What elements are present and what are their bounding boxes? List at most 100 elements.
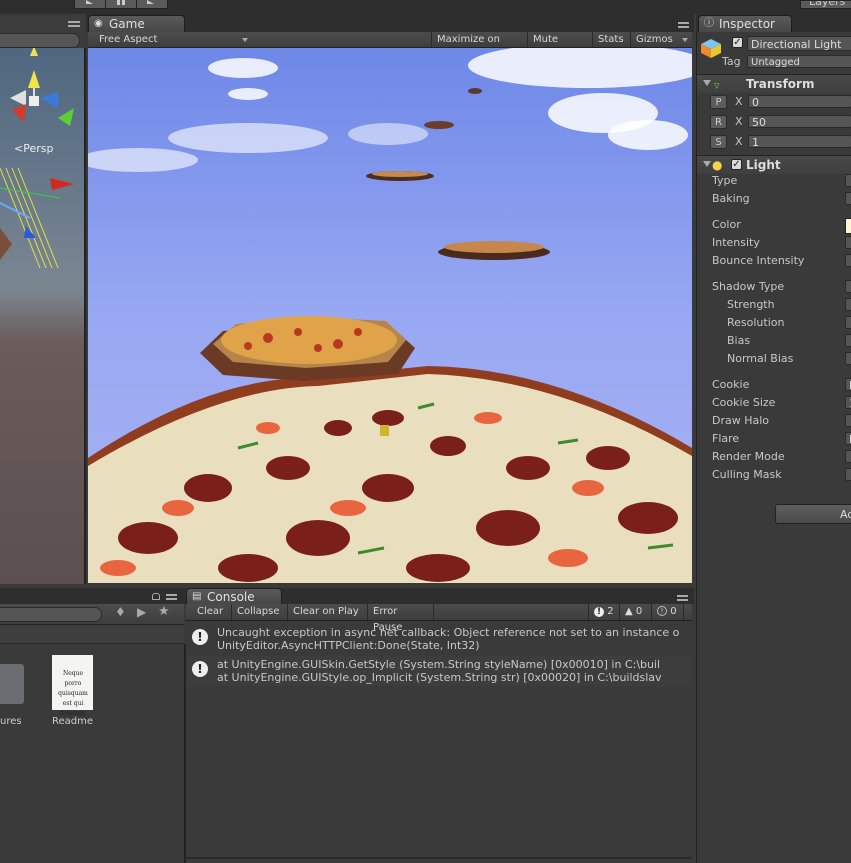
message-line: at UnityEngine.GUISkin.GetStyle (System.…	[217, 658, 661, 671]
baking-field[interactable]	[845, 192, 851, 205]
position-x-value: 0	[752, 96, 759, 109]
resolution-field[interactable]	[845, 316, 851, 329]
gizmos-button[interactable]: Gizmos	[630, 32, 692, 47]
console-message[interactable]: ! Uncaught exception in async net callba…	[186, 624, 692, 654]
strength-field[interactable]	[845, 298, 851, 311]
rotation-button[interactable]: R	[710, 115, 727, 129]
foldout-arrow-icon	[703, 80, 711, 86]
tab-game[interactable]: ◉ Game	[88, 15, 185, 32]
scale-x-value: 1	[752, 136, 759, 149]
step-button[interactable]	[136, 0, 168, 9]
clear-button[interactable]: Clear	[192, 604, 232, 620]
rotation-x-value: 50	[752, 116, 766, 129]
intensity-field[interactable]	[845, 236, 851, 249]
foldout-arrow-icon	[703, 161, 711, 167]
game-controller-icon: ◉	[94, 18, 103, 29]
aspect-dropdown[interactable]: Free Aspect	[88, 32, 253, 47]
readme-document-icon[interactable]: Neque porro quisquam est qui dolorem.	[52, 655, 93, 717]
object-name: Directional Light	[751, 38, 842, 51]
tab-inspector[interactable]: ⓘ Inspector	[698, 15, 792, 32]
collapse-button[interactable]: Collapse	[232, 604, 288, 620]
light-prop-label: Normal Bias	[727, 352, 794, 365]
light-prop-label: Render Mode	[712, 450, 785, 463]
gizmo-y-cone	[28, 70, 40, 88]
game-view[interactable]	[88, 48, 692, 583]
color-swatch[interactable]	[845, 218, 851, 234]
light-prop-type: Type	[697, 172, 851, 190]
light-enabled-checkbox[interactable]: ✓	[731, 159, 742, 170]
cookie-size-field[interactable]: 1	[845, 396, 851, 410]
shadow-type-field[interactable]	[845, 280, 851, 293]
favorite-star-icon[interactable]: ★	[158, 604, 170, 619]
light-prop-flare: Flare N	[697, 430, 851, 448]
transform-header[interactable]: ▿ Transform	[697, 74, 851, 93]
scale-button[interactable]: S	[710, 135, 727, 149]
console-message[interactable]: ! at UnityEngine.GUISkin.GetStyle (Syste…	[186, 656, 692, 686]
lock-icon[interactable]	[152, 593, 160, 600]
scene-menu-icon[interactable]	[68, 21, 80, 27]
console-detail-splitter[interactable]	[186, 857, 692, 859]
scale-x-field[interactable]: 1	[748, 135, 851, 149]
console-toolbar: Clear Collapse Clear on Play Error Pause…	[186, 604, 692, 633]
scene-gizmo[interactable]	[0, 48, 84, 584]
maximize-on-play-button[interactable]: Maximize on Play	[431, 32, 527, 60]
step-icon	[147, 0, 154, 4]
draw-halo-field[interactable]	[845, 414, 851, 427]
error-pause-button[interactable]: Error Pause	[368, 604, 434, 633]
tag-dropdown[interactable]: Untagged	[747, 55, 851, 68]
light-prop-label: Bias	[727, 334, 751, 347]
error-count-toggle[interactable]: ! 2	[588, 604, 620, 620]
play-button[interactable]	[74, 0, 106, 9]
scene-search-input[interactable]	[0, 33, 80, 48]
tag-value: Untagged	[751, 57, 800, 68]
project-menu-icon[interactable]	[166, 594, 177, 600]
position-row: P X 0	[697, 93, 851, 111]
stats-label: Stats	[598, 34, 624, 45]
object-name-field[interactable]: Directional Light	[747, 36, 851, 51]
message-line: UnityEditor.AsyncHTTPClient:Done(State, …	[217, 639, 480, 652]
flare-field[interactable]: N	[845, 432, 851, 446]
bounce-intensity-field[interactable]	[845, 254, 851, 267]
mute-audio-button[interactable]: Mute audio	[527, 32, 592, 60]
persp-label[interactable]: <Persp	[14, 142, 53, 155]
tab-console[interactable]: ▤ Console	[186, 588, 282, 604]
position-x-field[interactable]: 0	[748, 95, 851, 109]
aspect-label: Free Aspect	[99, 34, 158, 45]
log-count-toggle[interactable]: ! 0	[652, 604, 684, 620]
position-button[interactable]: P	[710, 95, 727, 109]
project-search-input[interactable]	[0, 607, 102, 622]
pause-button[interactable]	[105, 0, 137, 9]
play-icon	[86, 0, 93, 4]
warning-count-toggle[interactable]: ▲ 0	[620, 604, 652, 620]
light-prop-label: Resolution	[727, 316, 785, 329]
normal-bias-field[interactable]	[845, 352, 851, 365]
culling-mask-field[interactable]	[845, 468, 851, 481]
clear-on-play-button[interactable]: Clear on Play	[288, 604, 368, 620]
add-component-button[interactable]: Ad	[775, 504, 851, 524]
filter-type-icon[interactable]: ♦	[115, 605, 126, 619]
tab-game-label: Game	[109, 17, 145, 31]
inspector-panel: ✓ Directional Light Tag Untagged ▿ Trans…	[696, 32, 851, 863]
light-prop-label: Draw Halo	[712, 414, 770, 427]
tab-console-label: Console	[207, 590, 255, 604]
info-icon: ⓘ	[704, 18, 714, 29]
cookie-field[interactable]: N	[845, 378, 851, 392]
light-prop-normal-bias: Normal Bias	[697, 350, 851, 368]
game-menu-icon[interactable]	[678, 22, 689, 28]
game-scene-art	[88, 88, 692, 583]
active-checkbox[interactable]: ✓	[732, 37, 743, 48]
dropdown-arrow-icon	[242, 38, 248, 42]
scene-view[interactable]: <Persp	[0, 48, 86, 584]
project-assets: ures Neque porro quisquam est qui dolore…	[0, 644, 186, 863]
filter-label-icon[interactable]: ▶	[137, 605, 146, 619]
stats-button[interactable]: Stats	[592, 32, 630, 47]
bias-field[interactable]	[845, 334, 851, 347]
rotation-x-field[interactable]: 50	[748, 115, 851, 129]
type-field[interactable]	[845, 174, 851, 187]
render-mode-field[interactable]	[845, 450, 851, 463]
folder-icon[interactable]	[0, 664, 24, 704]
console-menu-icon[interactable]	[677, 595, 688, 601]
tab-inspector-label: Inspector	[719, 17, 775, 31]
light-prop-label: Bounce Intensity	[712, 254, 805, 267]
layers-dropdown[interactable]: Layers	[800, 0, 851, 9]
